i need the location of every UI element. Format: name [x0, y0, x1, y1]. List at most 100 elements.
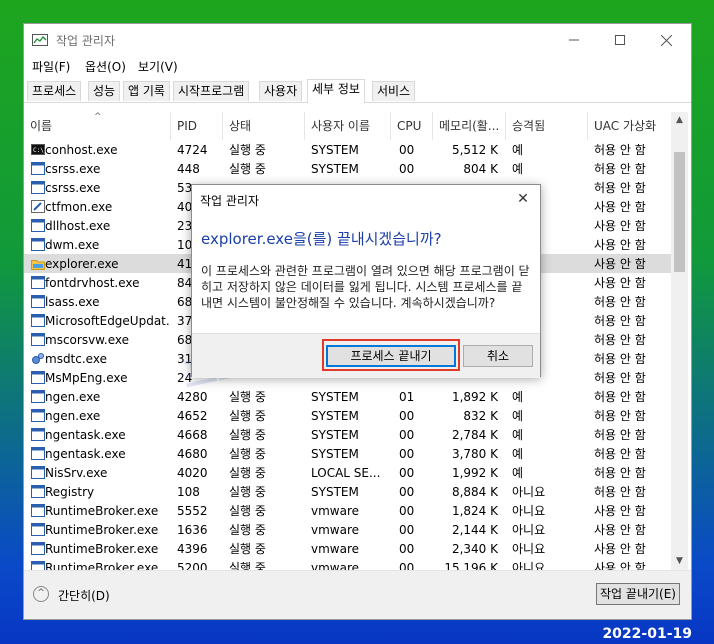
cell-name: csrss.exe: [45, 181, 101, 195]
cell-pid: 4668: [177, 428, 208, 442]
exe-icon: [31, 447, 45, 460]
cell-elev: 아니요: [512, 542, 546, 556]
tab-app-history[interactable]: 앱 기록: [123, 81, 170, 101]
cell-status: 실행 중: [229, 390, 266, 404]
table-row[interactable]: RuntimeBroker.exe 1636 실행 중 vmware 00 2,144 K…: [24, 520, 671, 539]
maximize-button[interactable]: [597, 24, 643, 56]
cell-uac: 사용 안 함: [594, 200, 646, 214]
cell-user: vmware: [311, 542, 360, 556]
cell-mem: 2,144 K: [451, 523, 498, 537]
tab-startup[interactable]: 시작프로그램: [173, 81, 250, 101]
table-row[interactable]: ngen.exe 4652 실행 중 SYSTEM 00 832 K 예 허용 안 함: [24, 406, 671, 425]
minimize-button[interactable]: [551, 24, 597, 56]
cell-uac: 허용 안 함: [594, 143, 646, 157]
cell-cpu: 00: [399, 504, 415, 518]
table-row[interactable]: csrss.exe 448 실행 중 SYSTEM 00 804 K 예 허용 안 함: [24, 159, 671, 178]
table-row[interactable]: RuntimeBroker.exe 4396 실행 중 vmware 00 2,340 K…: [24, 539, 671, 558]
cell-cpu: 00: [399, 447, 415, 461]
cell-status: 실행 중: [229, 466, 266, 480]
cell-mem: 1,992 K: [451, 466, 498, 480]
cell-cpu: 00: [399, 523, 415, 537]
cell-uac: 허용 안 함: [594, 485, 646, 499]
cell-uac: 사용 안 함: [594, 219, 646, 233]
cell-cpu: 00: [399, 409, 415, 423]
cell-name: conhost.exe: [45, 143, 118, 157]
scroll-down-icon[interactable]: ▼: [671, 553, 688, 570]
cell-uac: 허용 안 함: [594, 428, 646, 442]
cell-pid: 4724: [177, 143, 208, 157]
exe-icon: [31, 181, 45, 194]
cell-status: 실행 중: [229, 143, 266, 157]
cell-cpu: 00: [399, 542, 415, 556]
tab-users[interactable]: 사용자: [259, 81, 303, 101]
cell-elev: 아니요: [512, 523, 546, 537]
cell-mem: 804 K: [463, 162, 498, 176]
cell-elev: 예: [512, 447, 524, 461]
cell-uac: 사용 안 함: [594, 257, 646, 271]
column-header-status[interactable]: 상태: [223, 112, 305, 140]
exe-icon: [31, 238, 45, 251]
menu-file[interactable]: 파일(F): [32, 58, 70, 75]
column-header-name[interactable]: ^ 이름: [24, 112, 171, 140]
table-row[interactable]: Registry 108 실행 중 SYSTEM 00 8,884 K 아니요 허용 안 함: [24, 482, 671, 501]
cell-name: Registry: [45, 485, 95, 499]
vertical-scrollbar[interactable]: ▲ ▼: [671, 112, 688, 570]
tab-processes[interactable]: 프로세스: [27, 81, 82, 101]
cell-status: 실행 중: [229, 485, 266, 499]
tab-services[interactable]: 서비스: [372, 81, 416, 101]
exe-icon: [31, 390, 45, 403]
column-header-user[interactable]: 사용자 이름: [305, 112, 391, 140]
cell-name: RuntimeBroker.exe: [45, 542, 159, 556]
cell-cpu: 00: [399, 428, 415, 442]
column-header-elevated[interactable]: 승격됨: [506, 112, 588, 140]
cell-name: RuntimeBroker.exe: [45, 523, 159, 537]
column-header-memory[interactable]: 메모리(활...: [433, 112, 506, 140]
cell-user: vmware: [311, 523, 360, 537]
tab-details[interactable]: 세부 정보: [307, 79, 365, 103]
cell-uac: 허용 안 함: [594, 371, 646, 385]
column-header-uac[interactable]: UAC 가상화: [588, 112, 671, 140]
cell-status: 실행 중: [229, 409, 266, 423]
sort-ascending-icon: ^: [94, 112, 102, 122]
cell-elev: 예: [512, 162, 524, 176]
cell-name: ngentask.exe: [45, 447, 126, 461]
collapse-chevron-icon[interactable]: ^: [33, 586, 49, 602]
tab-performance[interactable]: 성능: [88, 81, 121, 101]
cell-mem: 8,884 K: [451, 485, 498, 499]
table-row[interactable]: NisSrv.exe 4020 실행 중 LOCAL SE... 00 1,992 K 예 허…: [24, 463, 671, 482]
cell-user: LOCAL SE...: [311, 466, 381, 480]
cell-user: vmware: [311, 504, 360, 518]
dialog-title: 작업 관리자: [200, 194, 260, 208]
cell-cpu: 00: [399, 485, 415, 499]
close-button[interactable]: [643, 24, 689, 56]
fewer-details-link[interactable]: 간단히(D): [58, 587, 110, 604]
exe-icon: [31, 314, 45, 327]
table-row[interactable]: C:\ conhost.exe 4724 실행 중 SYSTEM 00 5,512 K 예 허용…: [24, 140, 671, 159]
scroll-up-icon[interactable]: ▲: [671, 112, 688, 129]
table-row[interactable]: ngen.exe 4280 실행 중 SYSTEM 01 1,892 K 예 허용 안 함: [24, 387, 671, 406]
column-header-cpu[interactable]: CPU: [391, 112, 433, 140]
cancel-button[interactable]: 취소: [463, 345, 533, 367]
table-row[interactable]: ngentask.exe 4668 실행 중 SYSTEM 00 2,784 K 예 허용 안…: [24, 425, 671, 444]
exe-icon: [31, 428, 45, 441]
cell-name: mscorsvw.exe: [45, 333, 129, 347]
table-row[interactable]: RuntimeBroker.exe 5552 실행 중 vmware 00 1,824 K…: [24, 501, 671, 520]
cell-status: 실행 중: [229, 428, 266, 442]
end-task-button[interactable]: 작업 끝내기(E): [596, 583, 680, 605]
end-process-button[interactable]: 프로세스 끝내기: [326, 345, 456, 367]
column-header-pid[interactable]: PID: [171, 112, 223, 140]
menu-options[interactable]: 옵션(O): [85, 58, 126, 75]
table-row[interactable]: ngentask.exe 4680 실행 중 SYSTEM 00 3,780 K 예 허용 안…: [24, 444, 671, 463]
maximize-icon: [615, 35, 625, 45]
cell-mem: 3,780 K: [451, 447, 498, 461]
cell-name: explorer.exe: [45, 257, 119, 271]
cell-cpu: 00: [399, 466, 415, 480]
exe-icon: [31, 542, 45, 555]
dialog-heading: explorer.exe을(를) 끝내시겠습니까?: [201, 230, 442, 248]
minimize-icon: [569, 39, 579, 41]
svg-text:C:\: C:\: [33, 147, 44, 154]
dialog-close-icon[interactable]: ✕: [512, 188, 534, 210]
menu-view[interactable]: 보기(V): [138, 58, 178, 75]
cell-pid: 5552: [177, 504, 208, 518]
scrollbar-thumb[interactable]: [674, 152, 685, 272]
